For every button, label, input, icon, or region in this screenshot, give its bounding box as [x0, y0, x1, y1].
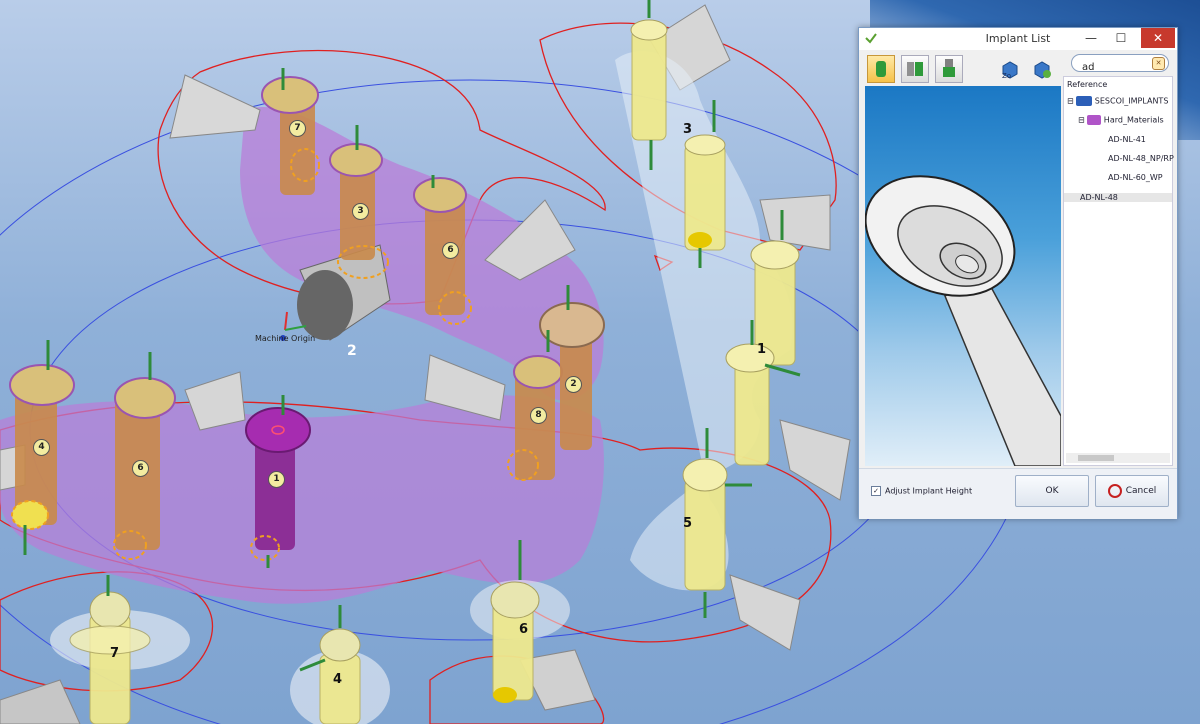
- scrollbar-thumb[interactable]: [1078, 455, 1114, 461]
- tree-folder-hard-materials-label: Hard_Materials: [1103, 115, 1164, 125]
- checkbox-box[interactable]: ✓: [871, 486, 881, 496]
- zoom-fit-button[interactable]: Zo: [999, 58, 1021, 80]
- implant-number-badge: 6: [442, 242, 459, 259]
- implant-screw-view-button[interactable]: [935, 55, 963, 83]
- implant-preview-panel[interactable]: [864, 86, 1062, 467]
- svg-text:Zo: Zo: [1002, 72, 1011, 80]
- implant-body-view-button[interactable]: [867, 55, 895, 83]
- implant-number-label: 1: [757, 342, 767, 357]
- maximize-button[interactable]: ☐: [1107, 28, 1135, 48]
- tree-item-selected[interactable]: AD-NL-48: [1064, 193, 1172, 202]
- implant-body-icon: [876, 61, 886, 77]
- cone-upper-left: [169, 74, 261, 139]
- implant-number-label: 7: [110, 646, 120, 661]
- tree-folder-hard-materials[interactable]: ⊟ Hard_Materials: [1078, 115, 1164, 125]
- implant-number-badge: 6: [132, 460, 149, 477]
- implant-number-label: 6: [519, 622, 529, 637]
- implant-right-3b[interactable]: [684, 134, 726, 251]
- implant-tree[interactable]: Reference ⊟ SESCOI_IMPLANTS ⊟ Hard_Mater…: [1063, 76, 1174, 466]
- minimize-button[interactable]: —: [1077, 28, 1105, 48]
- implant-number-badge: 4: [33, 439, 50, 456]
- cone-bottom-left: [0, 679, 81, 724]
- tree-item[interactable]: AD-NL-41: [1108, 135, 1146, 144]
- cone-right-2: [779, 419, 851, 501]
- tree-horizontal-scrollbar[interactable]: [1066, 453, 1170, 463]
- implant-abutment-view-button[interactable]: [901, 55, 929, 83]
- implant-number-label: 4: [333, 672, 343, 687]
- implant-number-badge: 1: [268, 471, 285, 488]
- implant-number-label: 5: [683, 516, 693, 531]
- implant-number-badge: 8: [530, 407, 547, 424]
- zoom-fit-icon: Zo: [1002, 61, 1018, 80]
- close-button[interactable]: ✕: [1141, 28, 1175, 48]
- folder-blue-icon: [1076, 96, 1093, 106]
- cancel-icon: [1107, 483, 1122, 498]
- dialog-footer: ✓ Adjust Implant Height OK Cancel: [859, 468, 1177, 519]
- machine-origin-label: Machine Origin: [255, 334, 316, 343]
- cone-center-face: [297, 270, 353, 340]
- search-box[interactable]: ✕: [1071, 54, 1169, 74]
- implant-right-3[interactable]: [630, 19, 668, 141]
- cancel-label: Cancel: [1125, 486, 1157, 496]
- dialog-titlebar[interactable]: Implant List — ☐ ✕: [859, 28, 1177, 50]
- tree-folder-sescoi-label: SESCOI_IMPLANTS: [1094, 96, 1169, 106]
- folder-purple-icon: [1087, 115, 1102, 125]
- tree-folder-sescoi[interactable]: ⊟ SESCOI_IMPLANTS: [1067, 96, 1168, 106]
- implant-number-badge: 3: [352, 203, 369, 220]
- ok-button[interactable]: OK: [1015, 475, 1089, 507]
- clear-search-icon[interactable]: ✕: [1152, 57, 1165, 70]
- collapse-icon[interactable]: ⊟: [1067, 97, 1074, 106]
- rotate-view-icon: [1034, 61, 1051, 79]
- adjust-height-checkbox[interactable]: ✓ Adjust Implant Height: [871, 486, 972, 496]
- implant-bottom-6[interactable]: [490, 581, 540, 703]
- tree-root-label: Reference: [1067, 80, 1108, 89]
- adjust-height-label: Adjust Implant Height: [885, 486, 973, 496]
- search-input[interactable]: [1080, 61, 1154, 74]
- implant-preview-render: [864, 175, 1062, 467]
- collapse-icon[interactable]: ⊟: [1078, 116, 1085, 125]
- implant-number-label: 3: [683, 122, 693, 137]
- tree-item[interactable]: AD-NL-60_WP: [1108, 173, 1163, 182]
- implant-abutment-icon: [907, 62, 923, 76]
- cancel-button[interactable]: Cancel: [1095, 475, 1169, 507]
- implant-list-dialog[interactable]: Implant List — ☐ ✕ Zo ✕ Reference ⊟: [858, 27, 1178, 519]
- tree-item[interactable]: AD-NL-48_NP/RP: [1108, 154, 1174, 163]
- implant-screw-icon: [943, 59, 955, 77]
- implant-number-badge: 2: [565, 376, 582, 393]
- rotate-view-button[interactable]: [1031, 58, 1053, 80]
- implant-number-badge: 7: [289, 120, 306, 137]
- part-number-label: 2: [347, 343, 357, 359]
